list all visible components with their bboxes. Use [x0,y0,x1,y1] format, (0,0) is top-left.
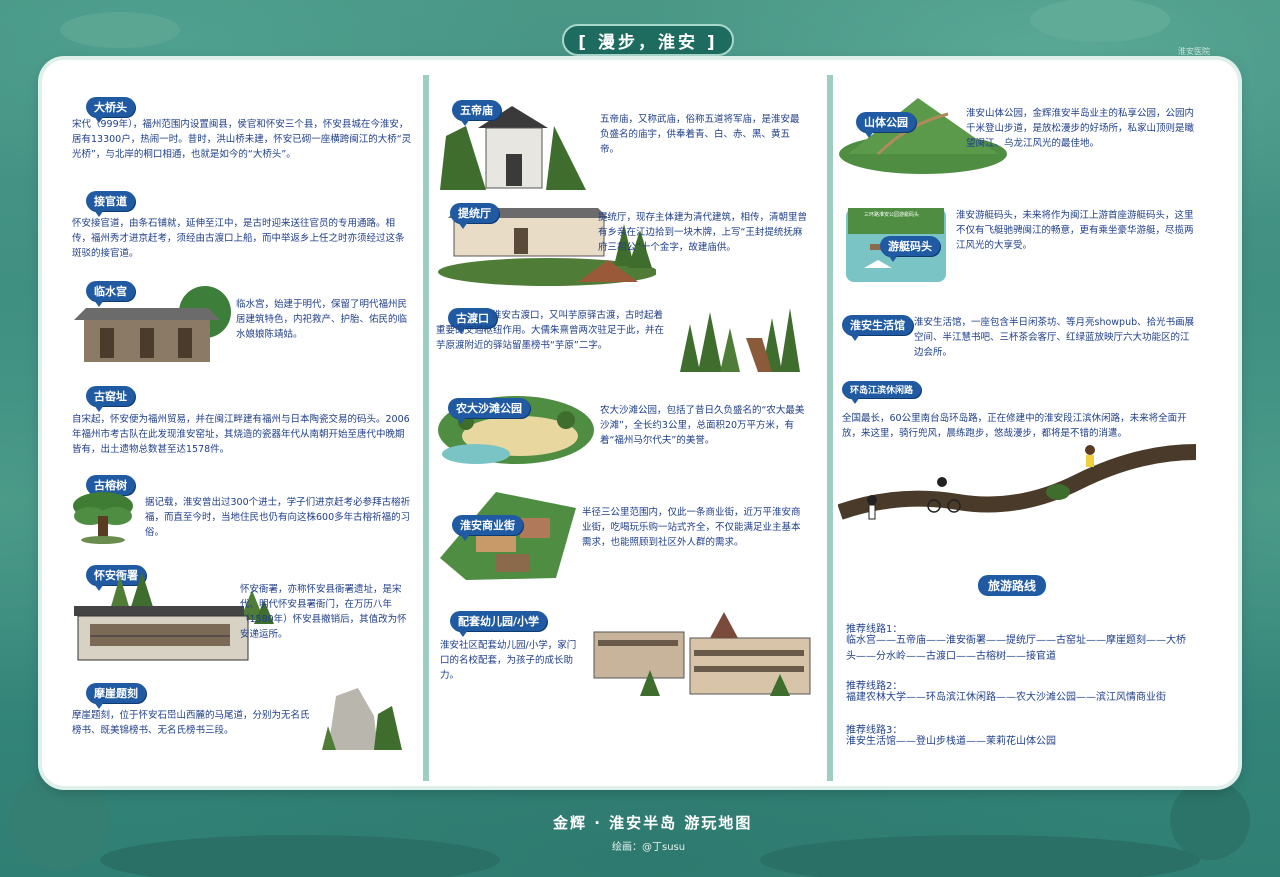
spot-text-daqiaotou: 宋代（999年），福州范围内设置闽县，侯官和怀安三个县，怀安县城在今淮安，居有1… [72,119,412,160]
linshuigong-illustration [74,286,231,362]
spot-tag-youeryuan[interactable]: 配套幼儿园/小学 [450,611,548,637]
youeryuan-illustration [593,612,811,696]
spot-text-gurongshu: 据记载，淮安曾出过300个进士，学子们进京赶考必参拜古榕祈福，而直至今时，当地住… [145,497,411,538]
spot-tag-youting-matou[interactable]: 游艇码头 [880,236,940,262]
spot-text-titongting: 提统厅，现存主体建为清代建筑，相传，清朝里曾有乡亲在江边拾到一块木牌，上写“王封… [598,212,808,253]
spot-text-youting-matou: 淮安游艇码头，未来将作为闽江上游首座游艇码头，这里不仅有飞艇驰骋闽江的畅意，更有… [956,210,1194,251]
corner-label: 淮安医院 [1178,47,1210,56]
page-title: [ 漫步，淮安 ] [562,24,734,56]
spot-text-youeryuan: 淮安社区配套幼儿园/小学，家门口的名校配套，为孩子的成长助力。 [440,640,577,681]
guduko-illustration [680,308,800,372]
footer-author: 绘画：@丁susu [612,842,686,853]
spot-text-guduko: 淮安古渡口，又叫芋原驿古渡，古时起着重要的交通枢纽作用。大儒朱熹曾两次驻足于此，… [436,310,665,351]
spot-text-linshuigong: 临水宫，始建于明代，保留了明代福州民居建筑特色，内祀救产、护胎、佑民的临水娘娘陈… [236,299,408,340]
spot-tag-guyaozhi[interactable]: 古窑址 [86,386,135,412]
spot-tag-shanti-park[interactable]: 山体公园 [856,112,916,138]
youting-sign: 三环路淮安公园游艇码头 [864,212,920,218]
spot-text-guyaozhi: 自宋起，怀安便为福州贸易，并在闽江畔建有福州与日本陶瓷交易的码头。2006年福州… [72,414,410,455]
spot-tag-titongting[interactable]: 提统厅 [450,203,499,229]
spot-tag-huandao-road[interactable]: 环岛江滨休闲路 [842,381,922,404]
footer-title: 金辉 · 淮安半岛 游玩地图 [553,814,753,832]
moyatike-illustration [322,688,402,750]
spot-text-jieguandao: 怀安接官道，由条石铺就，延伸至江中，是古时迎来送往官员的专用通路。相传，福州秀才… [72,218,405,259]
route-3-text: 淮安生活馆——登山步栈道——茉莉花山体公园 [846,736,1056,747]
spot-text-nongda-beach: 农大沙滩公园，包括了昔日久负盛名的“农大最美沙滩”，全长约3公里，总面积20万平… [600,405,805,446]
route-2-text: 福建农林大学——环岛滨江休闲路——农大沙滩公园——滨江风情商业街 [846,692,1166,703]
route-1-text: 临水宫——五帝庙——淮安衙署——提统厅——古窑址——摩崖题刻——大桥头——分水岭… [846,635,1186,662]
spot-text-shangyejie: 半径三公里范围内，仅此一条商业街，近万平淮安商业街，吃喝玩乐购一站式齐全，不仅能… [582,507,801,548]
column-divider-1 [423,75,429,781]
spot-tag-shenghuoguan[interactable]: 淮安生活馆 [842,315,913,341]
gurongshu-illustration [73,492,133,544]
spot-text-shenghuoguan: 淮安生活馆，一座包含半日闲茶坊、等月亮showpub、拾光书画展空间、半江慧书吧… [914,317,1195,358]
spot-text-shanti-park: 淮安山体公园，金辉淮安半岛业主的私享公园，公园内千米登山步道，是放松漫步的好场所… [966,108,1195,149]
spot-tag-shangyejie[interactable]: 淮安商业街 [452,515,523,541]
huandao-road-illustration [838,444,1197,520]
spot-text-moyatike: 摩崖题刻，位于怀安石岊山西麓的马尾道，分别为无名氏榜书、既美锦榜书、无名氏榜书三… [72,710,310,736]
spot-text-huandao-road: 全国最长，60公里南台岛环岛路，正在修建中的淮安段江滨休闲路，未来将全面开放，来… [842,413,1187,439]
spot-tag-nongda-beach[interactable]: 农大沙滩公园 [448,398,530,424]
spot-text-wudimiao: 五帝庙，又称武庙，俗称五道将军庙，是淮安最负盛名的庙宇，供奉着青、白、赤、黑、黄… [600,114,800,155]
spot-tag-wudimiao[interactable]: 五帝庙 [452,100,501,126]
spot-tag-jieguandao[interactable]: 接官道 [86,191,135,217]
spot-tag-moyatike[interactable]: 摩崖题刻 [86,683,146,709]
spot-tag-daqiaotou[interactable]: 大桥头 [86,97,135,123]
routes-heading: 旅游路线 [978,575,1047,596]
shangyejie-illustration [440,492,576,580]
spot-text-huaianyashu: 怀安衙署，亦称怀安县衙署遗址，是宋代、明代怀安县署衙门，在万历八年（1580年）… [240,584,407,640]
column-divider-2 [827,75,833,781]
